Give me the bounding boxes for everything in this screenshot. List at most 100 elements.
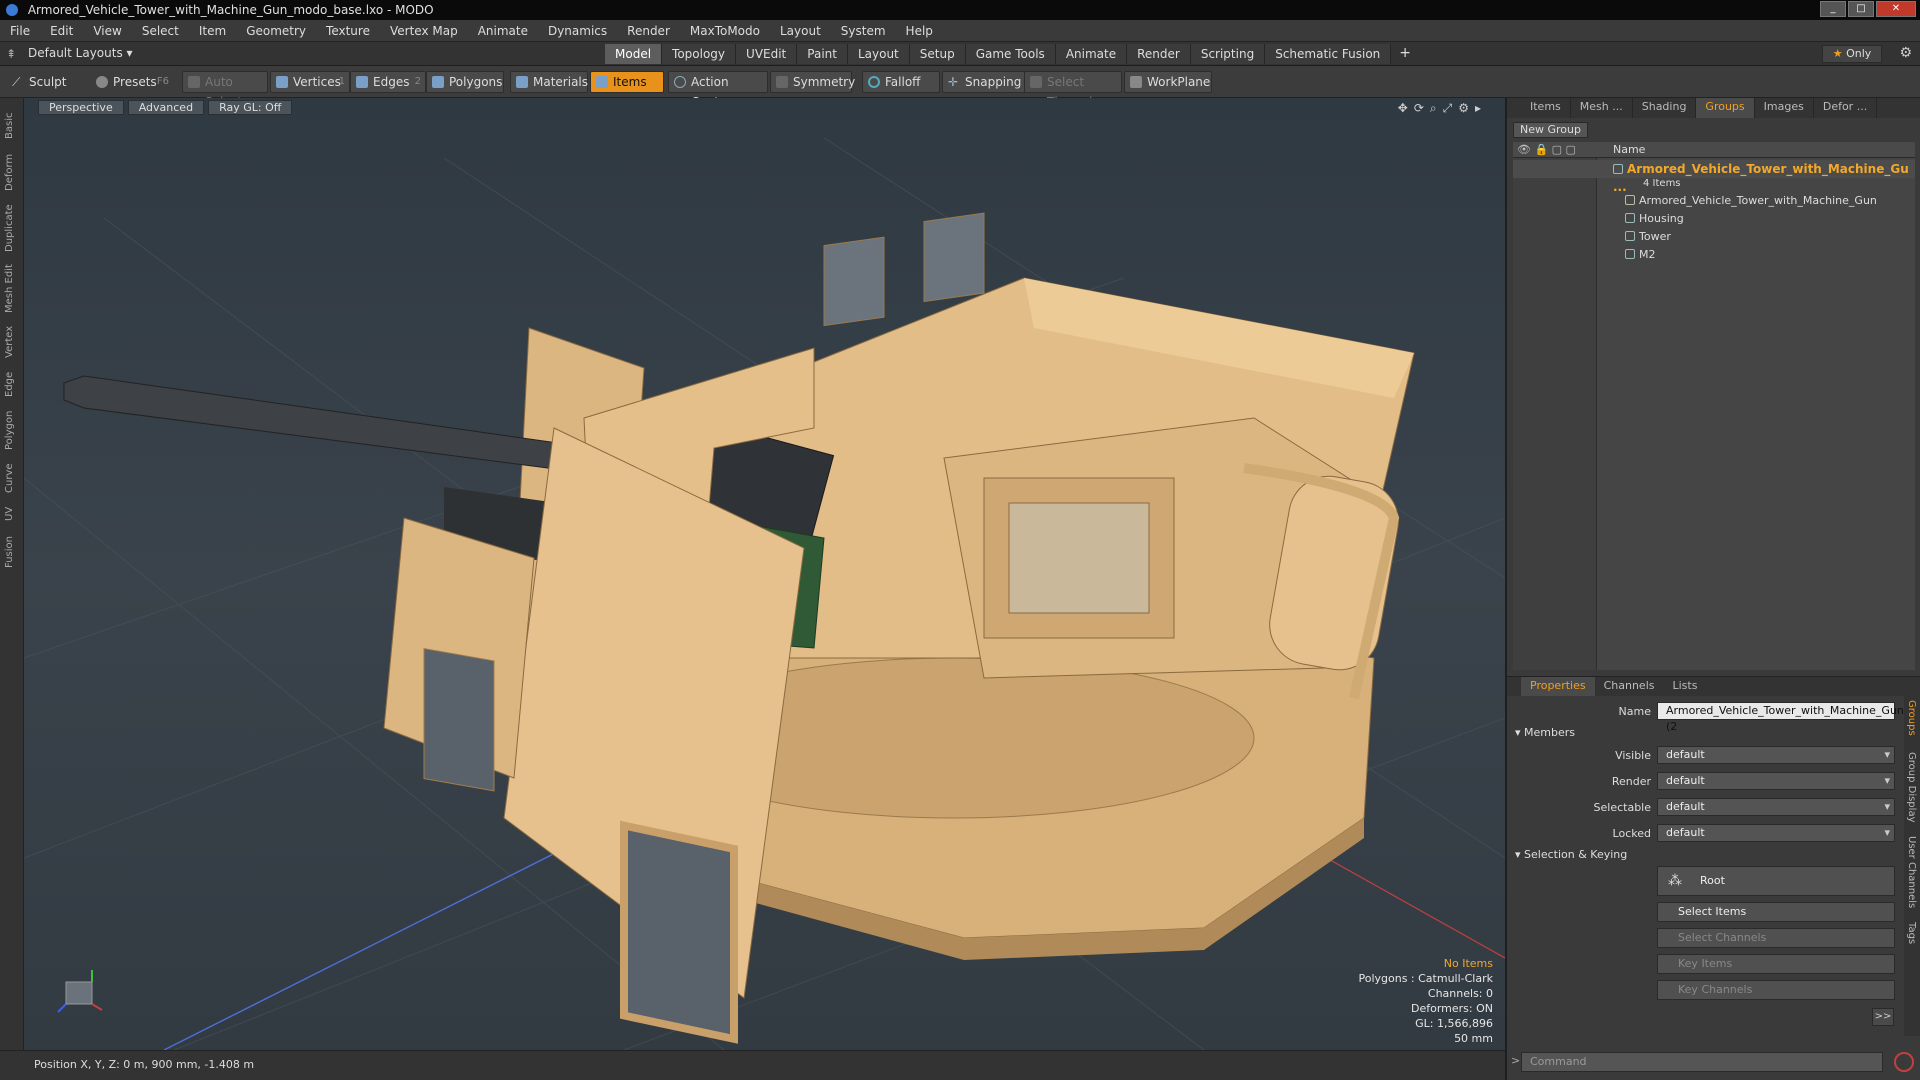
- tab-groups[interactable]: Groups: [1696, 98, 1755, 118]
- vtab-vertex[interactable]: Vertex: [4, 320, 20, 364]
- default-layouts-dropdown[interactable]: Default Layouts ▾: [28, 46, 133, 60]
- grid-scale-label: 50 mm: [1454, 1032, 1493, 1045]
- tab-animate[interactable]: Animate: [1055, 44, 1128, 64]
- tab-paint[interactable]: Paint: [797, 44, 848, 64]
- workplane-button[interactable]: WorkPlane: [1124, 71, 1212, 93]
- selection-keying-section[interactable]: ▾ Selection & Keying: [1515, 848, 1627, 861]
- materials-button[interactable]: Materials: [510, 71, 588, 93]
- select-through-button[interactable]: Select Through: [1024, 71, 1122, 109]
- menu-maxtomodo[interactable]: MaxToModo: [680, 24, 770, 38]
- falloff-button[interactable]: Falloff: [862, 71, 940, 93]
- minimize-button[interactable]: _: [1820, 1, 1846, 17]
- symmetry-button[interactable]: Symmetry: [770, 71, 855, 93]
- vtab-deform[interactable]: Deform: [4, 148, 20, 196]
- side-tab-tags[interactable]: Tags: [1906, 922, 1917, 944]
- sculpt-button[interactable]: ⟋ Sculpt: [6, 71, 90, 93]
- selectable-dropdown[interactable]: default ▾: [1657, 798, 1895, 816]
- tab-mesh[interactable]: Mesh ...: [1571, 98, 1633, 118]
- items-button[interactable]: Items: [590, 71, 664, 93]
- tab-topology[interactable]: Topology: [662, 44, 737, 64]
- vtab-duplicate[interactable]: Duplicate: [4, 198, 20, 258]
- key-channels-button[interactable]: Key Channels: [1657, 980, 1895, 1000]
- vtab-polygon[interactable]: Polygon: [4, 404, 20, 456]
- list-item[interactable]: Tower: [1513, 228, 1915, 246]
- window-titlebar: Armored_Vehicle_Tower_with_Machine_Gun_m…: [0, 0, 1920, 20]
- action-center-button[interactable]: Action Center: [668, 71, 768, 109]
- tab-game-tools[interactable]: Game Tools: [965, 44, 1056, 64]
- vertices-button[interactable]: Vertices 1: [270, 71, 350, 93]
- presets-label: Presets: [113, 75, 157, 89]
- command-input[interactable]: Command: [1521, 1052, 1883, 1072]
- tab-lists[interactable]: Lists: [1664, 677, 1707, 696]
- menu-layout[interactable]: Layout: [770, 24, 831, 38]
- name-field[interactable]: Armored_Vehicle_Tower_with_Machine_Gun (…: [1657, 702, 1904, 733]
- tab-scripting[interactable]: Scripting: [1190, 44, 1266, 64]
- tab-layout[interactable]: Layout: [847, 44, 910, 64]
- presets-button[interactable]: Presets F6: [90, 71, 174, 93]
- members-section[interactable]: ▾ Members: [1515, 726, 1575, 739]
- close-button[interactable]: ✕: [1876, 1, 1916, 17]
- edges-button[interactable]: Edges 2: [350, 71, 426, 93]
- tab-properties[interactable]: Properties: [1521, 677, 1595, 696]
- tab-uvedit[interactable]: UVEdit: [736, 44, 798, 64]
- render-dropdown[interactable]: default ▾: [1657, 772, 1895, 790]
- only-button[interactable]: ★ Only: [1822, 45, 1882, 63]
- select-items-button[interactable]: Select Items: [1657, 902, 1895, 922]
- vtab-fusion[interactable]: Fusion: [4, 530, 20, 574]
- tab-channels[interactable]: Channels: [1595, 677, 1664, 696]
- menu-geometry[interactable]: Geometry: [236, 24, 316, 38]
- menu-vertex-map[interactable]: Vertex Map: [380, 24, 468, 38]
- vtab-curve[interactable]: Curve: [4, 458, 20, 498]
- more-button[interactable]: >>: [1872, 1008, 1894, 1026]
- side-tab-groups[interactable]: Groups: [1906, 700, 1917, 736]
- menu-animate[interactable]: Animate: [468, 24, 538, 38]
- pin-icon[interactable]: ⇞: [6, 47, 20, 61]
- name-column-header[interactable]: Name: [1613, 143, 1645, 156]
- side-tab-group-display[interactable]: Group Display: [1906, 752, 1917, 822]
- root-button[interactable]: ⁂ Root: [1657, 866, 1895, 896]
- list-item[interactable]: M2: [1513, 246, 1915, 264]
- viewport-3d[interactable]: Perspective Advanced Ray GL: Off ✥⟳⌕⤢⚙▸: [24, 98, 1505, 1050]
- auto-select-button[interactable]: Auto Select: [182, 71, 268, 109]
- select-channels-button[interactable]: Select Channels: [1657, 928, 1895, 948]
- tab-deformers[interactable]: Defor ...: [1814, 98, 1878, 118]
- tab-images[interactable]: Images: [1755, 98, 1814, 118]
- tab-items[interactable]: Items: [1521, 98, 1571, 118]
- menu-edit[interactable]: Edit: [40, 24, 83, 38]
- chevron-down-icon: ▾: [1884, 774, 1890, 787]
- add-tab-icon[interactable]: +: [1391, 44, 1419, 64]
- tab-schematic-fusion[interactable]: Schematic Fusion: [1265, 44, 1392, 64]
- item-name: Tower: [1639, 230, 1671, 243]
- vtab-edge[interactable]: Edge: [4, 366, 20, 402]
- tab-setup[interactable]: Setup: [909, 44, 966, 64]
- polygons-button[interactable]: Polygons: [426, 71, 504, 93]
- menu-file[interactable]: File: [0, 24, 40, 38]
- new-group-button[interactable]: New Group: [1513, 122, 1588, 138]
- tab-model[interactable]: Model: [605, 44, 663, 64]
- gear-icon[interactable]: ⚙: [1899, 45, 1912, 61]
- menu-dynamics[interactable]: Dynamics: [538, 24, 617, 38]
- tab-render[interactable]: Render: [1127, 44, 1191, 64]
- menu-view[interactable]: View: [83, 24, 131, 38]
- locked-dropdown[interactable]: default ▾: [1657, 824, 1895, 842]
- visible-dropdown[interactable]: default ▾: [1657, 746, 1895, 764]
- list-item[interactable]: Armored_Vehicle_Tower_with_Machine_Gun: [1513, 192, 1915, 210]
- menu-item[interactable]: Item: [189, 24, 236, 38]
- menu-system[interactable]: System: [831, 24, 896, 38]
- side-tab-user-channels[interactable]: User Channels: [1906, 836, 1917, 908]
- no-items-label: No Items: [1443, 957, 1493, 970]
- menu-texture[interactable]: Texture: [316, 24, 380, 38]
- vtab-basic[interactable]: Basic: [4, 106, 20, 146]
- menu-select[interactable]: Select: [132, 24, 189, 38]
- menu-render[interactable]: Render: [617, 24, 680, 38]
- snapping-button[interactable]: ✛ Snapping: [942, 71, 1028, 93]
- maximize-button[interactable]: □: [1848, 1, 1874, 17]
- tab-shading[interactable]: Shading: [1633, 98, 1697, 118]
- command-record-icon[interactable]: [1894, 1052, 1914, 1072]
- vtab-mesh-edit[interactable]: Mesh Edit: [4, 260, 20, 318]
- menu-help[interactable]: Help: [896, 24, 943, 38]
- key-items-button[interactable]: Key Items: [1657, 954, 1895, 974]
- list-item[interactable]: Housing: [1513, 210, 1915, 228]
- vtab-uv[interactable]: UV: [4, 500, 20, 528]
- name-label: Name: [1618, 705, 1651, 718]
